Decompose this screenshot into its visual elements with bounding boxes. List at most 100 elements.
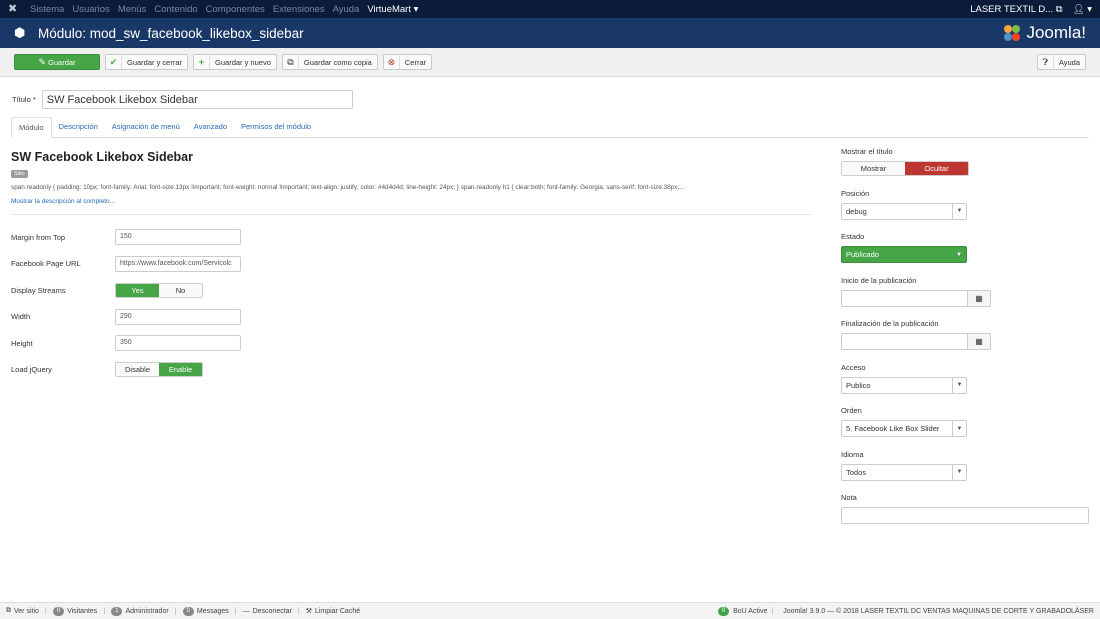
- close-icon: ⊗: [384, 55, 400, 69]
- view-site-label: Ver sitio: [14, 607, 39, 615]
- show-full-description-link[interactable]: Mostrar la descripción al completo...: [11, 198, 811, 205]
- caret-down-icon: ▼: [952, 464, 966, 480]
- close-label: Cerrar: [404, 57, 427, 67]
- menu-extensiones[interactable]: Extensiones: [273, 4, 325, 15]
- page-header: ⬢ Módulo: mod_sw_facebook_likebox_sideba…: [0, 18, 1100, 48]
- menu-menus[interactable]: Menús: [118, 4, 147, 15]
- admin-status[interactable]: 1 Administrador: [111, 606, 169, 616]
- position-select[interactable]: debug ▼: [841, 202, 967, 220]
- margin-top-label: Margin from Top: [11, 232, 66, 242]
- margin-top-input[interactable]: 150: [115, 229, 241, 246]
- publish-end-input[interactable]: [841, 333, 968, 350]
- save-new-button[interactable]: + Guardar y nuevo: [193, 54, 277, 70]
- order-select[interactable]: 5. Facebook Like Box Slider ▼: [841, 420, 967, 437]
- joomla-logo: Joomla!: [1002, 23, 1086, 43]
- check-icon: ✔: [106, 55, 122, 69]
- save-label: Guardar: [48, 57, 76, 67]
- question-icon: ❓︎: [1038, 55, 1054, 69]
- joomla-icon[interactable]: ✖: [8, 3, 20, 15]
- language-select[interactable]: Todos ▼: [841, 463, 967, 481]
- module-main-panel: SW Facebook Likebox Sidebar Sitio span.r…: [11, 150, 811, 383]
- show-title-button[interactable]: Mostrar: [842, 162, 905, 175]
- streams-yes-button[interactable]: Yes: [116, 283, 159, 297]
- divider: [11, 214, 811, 215]
- jquery-disable-button[interactable]: Disable: [116, 363, 159, 377]
- position-value: debug: [846, 206, 867, 216]
- field-display-streams: Display Streams Yes No: [11, 277, 811, 304]
- tab-asignacion-menu[interactable]: Asignación de menú: [105, 117, 187, 138]
- separator: |: [174, 607, 177, 615]
- tab-modulo[interactable]: Módulo: [11, 117, 52, 138]
- page-title: Módulo: mod_sw_facebook_likebox_sidebar: [38, 25, 304, 41]
- save-icon: ✎: [38, 56, 47, 67]
- width-input[interactable]: 290: [115, 308, 241, 325]
- logout-link[interactable]: — Desconectar: [243, 608, 292, 615]
- publish-start-field: ▦: [841, 289, 991, 307]
- view-site-link[interactable]: ⧉ Ver sitio: [6, 607, 39, 615]
- module-heading: SW Facebook Likebox Sidebar: [11, 150, 193, 164]
- external-link-icon: ⧉: [6, 607, 11, 614]
- bou-count: 0: [717, 606, 730, 616]
- separator: |: [234, 607, 237, 615]
- site-name: LASER TEXTIL D...: [970, 3, 1054, 15]
- user-icon[interactable]: 👤︎ ▾: [1073, 4, 1092, 15]
- close-button[interactable]: ⊗ Cerrar: [382, 54, 433, 70]
- language-value: Todos: [846, 467, 867, 477]
- joomla-logo-text: Joomla!: [1026, 23, 1086, 42]
- save-close-button[interactable]: ✔ Guardar y cerrar: [105, 54, 189, 70]
- copyright-text: Joomla! 3.9.0 — © 2018 LASER TEXTIL DC V…: [783, 607, 1094, 615]
- tab-avanzado[interactable]: Avanzado: [187, 117, 234, 138]
- tab-descripcion[interactable]: Descripción: [52, 117, 105, 138]
- order-group: Orden 5. Facebook Like Box Slider ▼: [841, 406, 1089, 437]
- toolbar: ✎ Guardar ✔ Guardar y cerrar + Guardar y…: [0, 48, 1100, 77]
- save-close-label: Guardar y cerrar: [127, 57, 183, 67]
- note-input[interactable]: [841, 507, 1089, 524]
- messages-status[interactable]: 0 Messages: [182, 606, 229, 616]
- height-label: Height: [11, 338, 33, 348]
- visitors-status[interactable]: 0 Visitantes: [52, 606, 97, 616]
- position-label: Posición: [841, 188, 870, 198]
- order-value: 5. Facebook Like Box Slider: [846, 424, 940, 433]
- save-copy-button[interactable]: ⧉ Guardar como copia: [281, 54, 378, 70]
- facebook-url-label: Facebook Page URL: [11, 259, 81, 269]
- menu-virtuemart[interactable]: VirtueMart ▾: [367, 4, 418, 15]
- streams-no-button[interactable]: No: [159, 283, 202, 297]
- access-value: Publico: [846, 380, 871, 390]
- save-button[interactable]: ✎ Guardar: [14, 54, 100, 70]
- bou-label[interactable]: BoU Active: [733, 608, 767, 615]
- display-streams-toggle: Yes No: [115, 282, 203, 298]
- position-group: Posición debug ▼: [841, 189, 1089, 220]
- menu-componentes[interactable]: Componentes: [206, 4, 265, 15]
- publish-start-input[interactable]: [841, 289, 968, 307]
- load-jquery-toggle: Disable Enable: [115, 362, 203, 378]
- logout-label: Desconectar: [252, 607, 292, 615]
- hide-title-button[interactable]: Ocultar: [905, 162, 968, 175]
- messages-count: 0: [182, 606, 194, 616]
- menu-sistema[interactable]: Sistema: [30, 4, 64, 15]
- state-select[interactable]: Publicado ▼: [841, 246, 967, 263]
- menu-contenido[interactable]: Contenido: [154, 4, 197, 15]
- external-link-icon: ⧉: [1055, 3, 1063, 15]
- publish-end-field: ▦: [841, 333, 991, 350]
- clear-cache-link[interactable]: ⚒ Limpiar Caché: [306, 607, 360, 616]
- separator: |: [771, 607, 774, 615]
- save-new-label: Guardar y nuevo: [215, 57, 271, 67]
- site-link[interactable]: LASER TEXTIL D... ⧉: [970, 4, 1062, 15]
- access-select[interactable]: Publico ▼: [841, 376, 967, 394]
- height-input[interactable]: 350: [115, 335, 241, 352]
- facebook-url-input[interactable]: https://www.facebook.com/Servicolc: [115, 255, 241, 272]
- title-input[interactable]: SW Facebook Likebox Sidebar: [41, 90, 353, 109]
- calendar-icon[interactable]: ▦: [968, 333, 991, 350]
- help-button[interactable]: ❓︎ Ayuda: [1036, 54, 1086, 70]
- show-title-label: Mostrar el título: [841, 147, 893, 156]
- module-settings-sidebar: Mostrar el título Mostrar Ocultar Posici…: [841, 147, 1089, 537]
- menu-usuarios[interactable]: Usuarios: [72, 4, 110, 15]
- status-right: 0 BoU Active | Joomla! 3.9.0 — © 2018 LA…: [717, 606, 1094, 616]
- status-bar: ⧉ Ver sitio | 0 Visitantes | 1 Administr…: [0, 602, 1100, 619]
- jquery-enable-button[interactable]: Enable: [159, 363, 202, 377]
- menu-ayuda[interactable]: Ayuda: [333, 4, 360, 15]
- minus-icon: —: [242, 607, 250, 615]
- tab-permisos[interactable]: Permisos del módulo: [234, 117, 318, 138]
- plus-icon: +: [194, 55, 211, 69]
- calendar-icon[interactable]: ▦: [968, 289, 991, 307]
